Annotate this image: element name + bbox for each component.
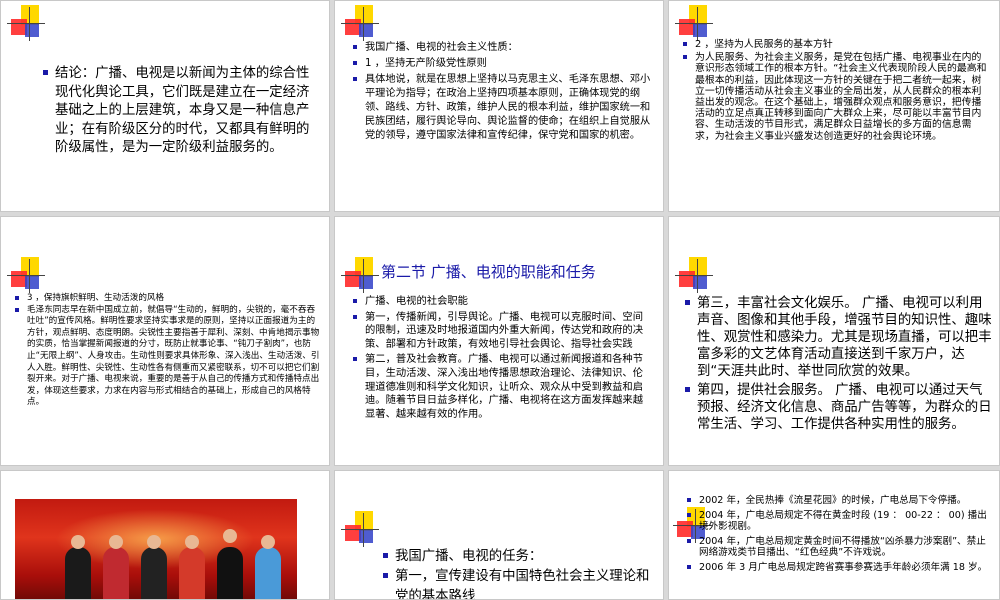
bullet-item: 为人民服务、为社会主义服务，是党在包括广播、电视事业在内的意识形态领域工作的根本… [683,52,991,142]
slide-thumbnail-5[interactable]: 第二节 广播、电视的职能和任务 广播、电视的社会职能 第一，传播新闻，引导舆论。… [334,216,664,466]
bullet-item: 我国广播、电视的社会主义性质： [353,41,653,55]
slide-thumbnail-3[interactable]: 2 ，坚持为人民服务的基本方针 为人民服务、为社会主义服务，是党在包括广播、电视… [668,0,1000,212]
slide-thumbnail-4[interactable]: 3 ，保持旗帜鲜明、生动活泼的风格 毛泽东同志早在新中国成立前，就倡导“生动的，… [0,216,330,466]
slide-logo-icon [341,511,381,547]
bullet-item: 结论：广播、电视是以新闻为主体的综合性现代化舆论工具，它们既是建立在一定经济基础… [43,65,315,158]
slide-logo-icon [675,257,715,293]
slide-body: 第三，丰富社会文化娱乐。 广播、电视可以利用声音、图像和其他手段，增强节目的知识… [685,295,993,435]
slide-logo-icon [675,5,715,41]
bullet-item: 第一，传播新闻，引导舆论。广播、电视可以克服时间、空间的限制，迅速及时地报道国内… [353,311,653,352]
bullet-item: 2004 年，广电总局规定黄金时间不得播放“凶杀暴力涉案剧”、禁止网络游戏类节目… [687,536,993,559]
bullet-item: 2 ，坚持为人民服务的基本方针 [683,39,991,50]
bullet-item: 2004 年，广电总局规定不得在黄金时段 (19 ： 00-22 ： 00) 播… [687,510,993,533]
slide-body: 3 ，保持旗帜鲜明、生动活泼的风格 毛泽东同志早在新中国成立前，就倡导“生动的，… [15,293,321,409]
bullet-item: 2006 年 3 月广电总局规定跨省赛事参赛选手年龄必须年满 18 岁。 [687,562,993,574]
slide-logo-icon [7,257,47,293]
slide-body: 我国广播、电视的任务： 第一，宣传建设有中国特色社会主义理论和党的基本路线 [383,547,653,599]
slide-thumbnail-8[interactable]: 我国广播、电视的任务： 第一，宣传建设有中国特色社会主义理论和党的基本路线 [334,470,664,600]
bullet-item: 我国广播、电视的任务： [383,547,653,567]
slide-thumbnail-9[interactable]: 2002 年，全民热捧《流星花园》的时候，广电总局下令停播。 2004 年，广电… [668,470,1000,600]
bullet-item: 1 ，坚持无产阶级党性原则 [353,57,653,71]
bullet-item: 第一，宣传建设有中国特色社会主义理论和党的基本路线 [383,567,653,599]
bullet-item: 第四，提供社会服务。 广播、电视可以通过天气预报、经济文化信息、商品广告等等，为… [685,382,993,433]
slide-thumbnail-7[interactable] [0,470,330,600]
slide-title: 第二节 广播、电视的职能和任务 [381,263,596,281]
slide-body: 我国广播、电视的社会主义性质： 1 ，坚持无产阶级党性原则 具体地说，就是在思想… [353,41,653,145]
slide-thumbnail-2[interactable]: 我国广播、电视的社会主义性质： 1 ，坚持无产阶级党性原则 具体地说，就是在思想… [334,0,664,212]
slide-logo-icon [7,5,47,41]
bullet-item: 3 ，保持旗帜鲜明、生动活泼的风格 [15,293,321,305]
slide-thumbnail-1[interactable]: 结论：广播、电视是以新闻为主体的综合性现代化舆论工具，它们既是建立在一定经济基础… [0,0,330,212]
slide-body: 结论：广播、电视是以新闻为主体的综合性现代化舆论工具，它们既是建立在一定经济基础… [43,65,315,158]
bullet-item: 第三，丰富社会文化娱乐。 广播、电视可以利用声音、图像和其他手段，增强节目的知识… [685,295,993,380]
stage-photo [15,499,297,599]
slide-logo-icon [341,5,381,41]
bullet-item: 具体地说，就是在思想上坚持以马克思主义、毛泽东思想、邓小平理论为指导；在政治上坚… [353,73,653,143]
bullet-item: 第二，普及社会教育。广播、电视可以通过新闻报道和各种节目，生动活泼、深入浅出地传… [353,353,653,421]
slide-body: 2002 年，全民热捧《流星花园》的时候，广电总局下令停播。 2004 年，广电… [687,495,993,577]
slide-thumbnail-6[interactable]: 第三，丰富社会文化娱乐。 广播、电视可以利用声音、图像和其他手段，增强节目的知识… [668,216,1000,466]
slide-body: 广播、电视的社会职能 第一，传播新闻，引导舆论。广播、电视可以克服时间、空间的限… [353,295,653,423]
bullet-item: 广播、电视的社会职能 [353,295,653,309]
bullet-item: 毛泽东同志早在新中国成立前，就倡导“生动的，鲜明的，尖锐的，毫不吞吞吐吐”的宣传… [15,305,321,409]
slide-body: 2 ，坚持为人民服务的基本方针 为人民服务、为社会主义服务，是党在包括广播、电视… [683,39,991,144]
bullet-item: 2002 年，全民热捧《流星花园》的时候，广电总局下令停播。 [687,495,993,507]
slide-logo-icon [341,257,381,293]
